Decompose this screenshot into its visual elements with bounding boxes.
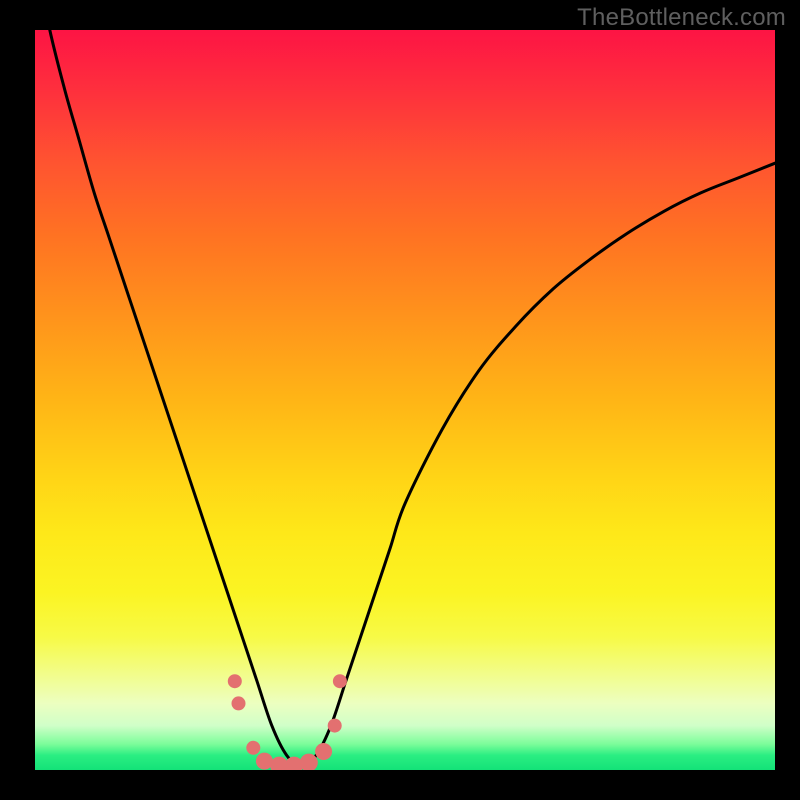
curve-marker: [333, 674, 347, 688]
bottleneck-curve: [35, 30, 775, 766]
curve-marker: [228, 674, 242, 688]
plot-area: [35, 30, 775, 770]
curve-marker: [328, 719, 342, 733]
chart-frame: TheBottleneck.com: [0, 0, 800, 800]
curve-marker: [315, 743, 332, 760]
chart-svg: [35, 30, 775, 770]
watermark-text: TheBottleneck.com: [577, 4, 786, 32]
curve-marker: [246, 741, 260, 755]
curve-marker: [232, 696, 246, 710]
